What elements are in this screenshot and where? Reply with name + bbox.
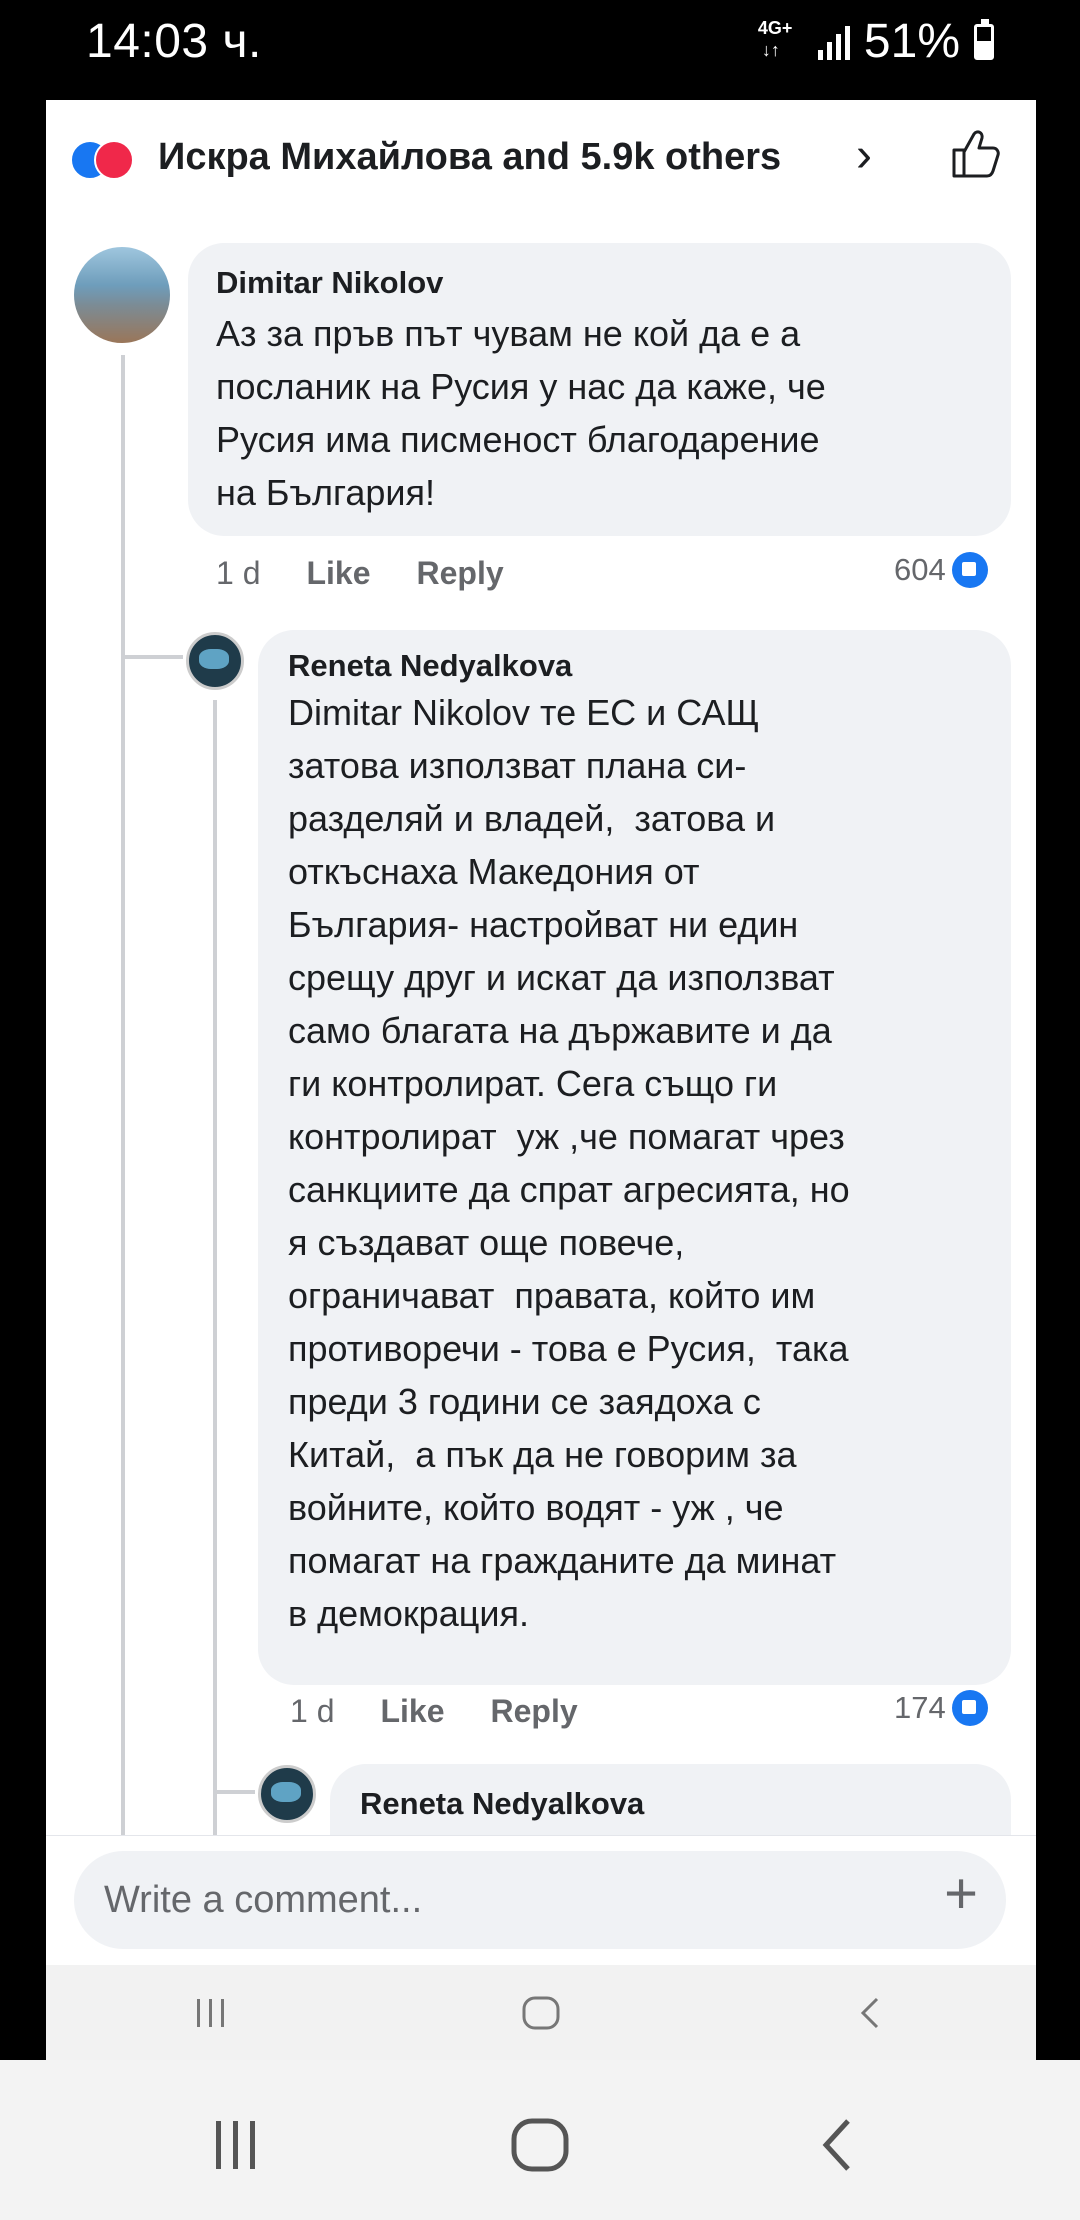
like-icon: [951, 1690, 988, 1726]
comment-actions: 1 d Like Reply: [290, 1693, 624, 1730]
chevron-right-icon[interactable]: ›: [856, 128, 872, 183]
status-bar: 14:03 ч. 4G+ ↓↑ 51%: [0, 0, 1080, 90]
navigation-bar: [0, 2060, 1080, 2220]
battery-icon: [974, 18, 994, 60]
avatar[interactable]: [186, 632, 244, 690]
comment-age: 1 d: [290, 1693, 335, 1729]
back-icon[interactable]: [831, 1983, 911, 2043]
comment-actions: 1 d Like Reply: [216, 555, 550, 592]
comment-author[interactable]: Dimitar Nikolov: [216, 265, 983, 301]
data-arrows-icon: ↓↑: [761, 39, 780, 60]
reactions-header[interactable]: Искра Михайлова and 5.9k others ›: [46, 100, 1036, 215]
reply-button[interactable]: Reply: [491, 1693, 578, 1730]
thread-line-main: [121, 355, 125, 1965]
reaction-icons: [70, 138, 134, 180]
comment-input-placeholder: Write a comment...: [104, 1879, 423, 1921]
like-button[interactable]: Like: [380, 1693, 444, 1730]
reply-button[interactable]: Reply: [417, 555, 504, 592]
comment-text: Аз за пръв път чувам не кой да е а посла…: [216, 313, 826, 513]
recent-apps-icon[interactable]: [186, 2110, 286, 2180]
avatar[interactable]: [74, 247, 170, 343]
reaction-count[interactable]: 174: [894, 1690, 988, 1726]
recent-apps-icon[interactable]: [171, 1983, 251, 2043]
like-button[interactable]: Like: [306, 555, 370, 592]
love-icon: [94, 140, 134, 180]
comment-author[interactable]: Reneta Nedyalkova: [288, 648, 981, 684]
home-icon[interactable]: [501, 1983, 581, 2043]
status-icons: 4G+ ↓↑ 51%: [756, 14, 994, 69]
battery-percent: 51%: [863, 15, 960, 68]
comment-text: Dimitar Nikolov те ЕС и САЩ затова изпол…: [288, 692, 850, 1634]
comment-composer-bar: Write a comment... +: [46, 1835, 1036, 1966]
like-icon: [951, 552, 988, 588]
reaction-count-value: 604: [894, 552, 946, 587]
reaction-count[interactable]: 604: [894, 552, 988, 588]
comments-screen: Искра Михайлова and 5.9k others › Dimita…: [46, 100, 1036, 2060]
network-4g-icon: 4G+ ↓↑: [756, 18, 804, 66]
status-time: 14:03 ч.: [86, 15, 262, 68]
back-icon[interactable]: [790, 2110, 890, 2180]
thread-line-reply: [213, 700, 217, 1965]
network-label: 4G+: [757, 17, 793, 38]
thread-line-branch: [121, 655, 183, 659]
reaction-count-value: 174: [894, 1690, 946, 1725]
reactions-summary[interactable]: Искра Михайлова and 5.9k others: [158, 136, 781, 179]
home-icon[interactable]: [490, 2110, 590, 2180]
thread-line-branch-2: [213, 1790, 255, 1794]
comment-age: 1 d: [216, 555, 261, 591]
comment-bubble: Reneta Nedyalkova Dimitar Nikolov те ЕС …: [258, 630, 1011, 1685]
signal-icon: [817, 24, 850, 60]
thumbs-up-icon[interactable]: [946, 124, 1006, 184]
avatar[interactable]: [258, 1765, 316, 1823]
comment-input[interactable]: Write a comment... +: [74, 1851, 1006, 1949]
comment-author[interactable]: Reneta Nedyalkova: [360, 1786, 981, 1822]
comment-bubble: Dimitar Nikolov Аз за пръв път чувам не …: [188, 243, 1011, 536]
plus-icon[interactable]: +: [944, 1865, 978, 1923]
inner-navigation-bar: [46, 1965, 1036, 2060]
